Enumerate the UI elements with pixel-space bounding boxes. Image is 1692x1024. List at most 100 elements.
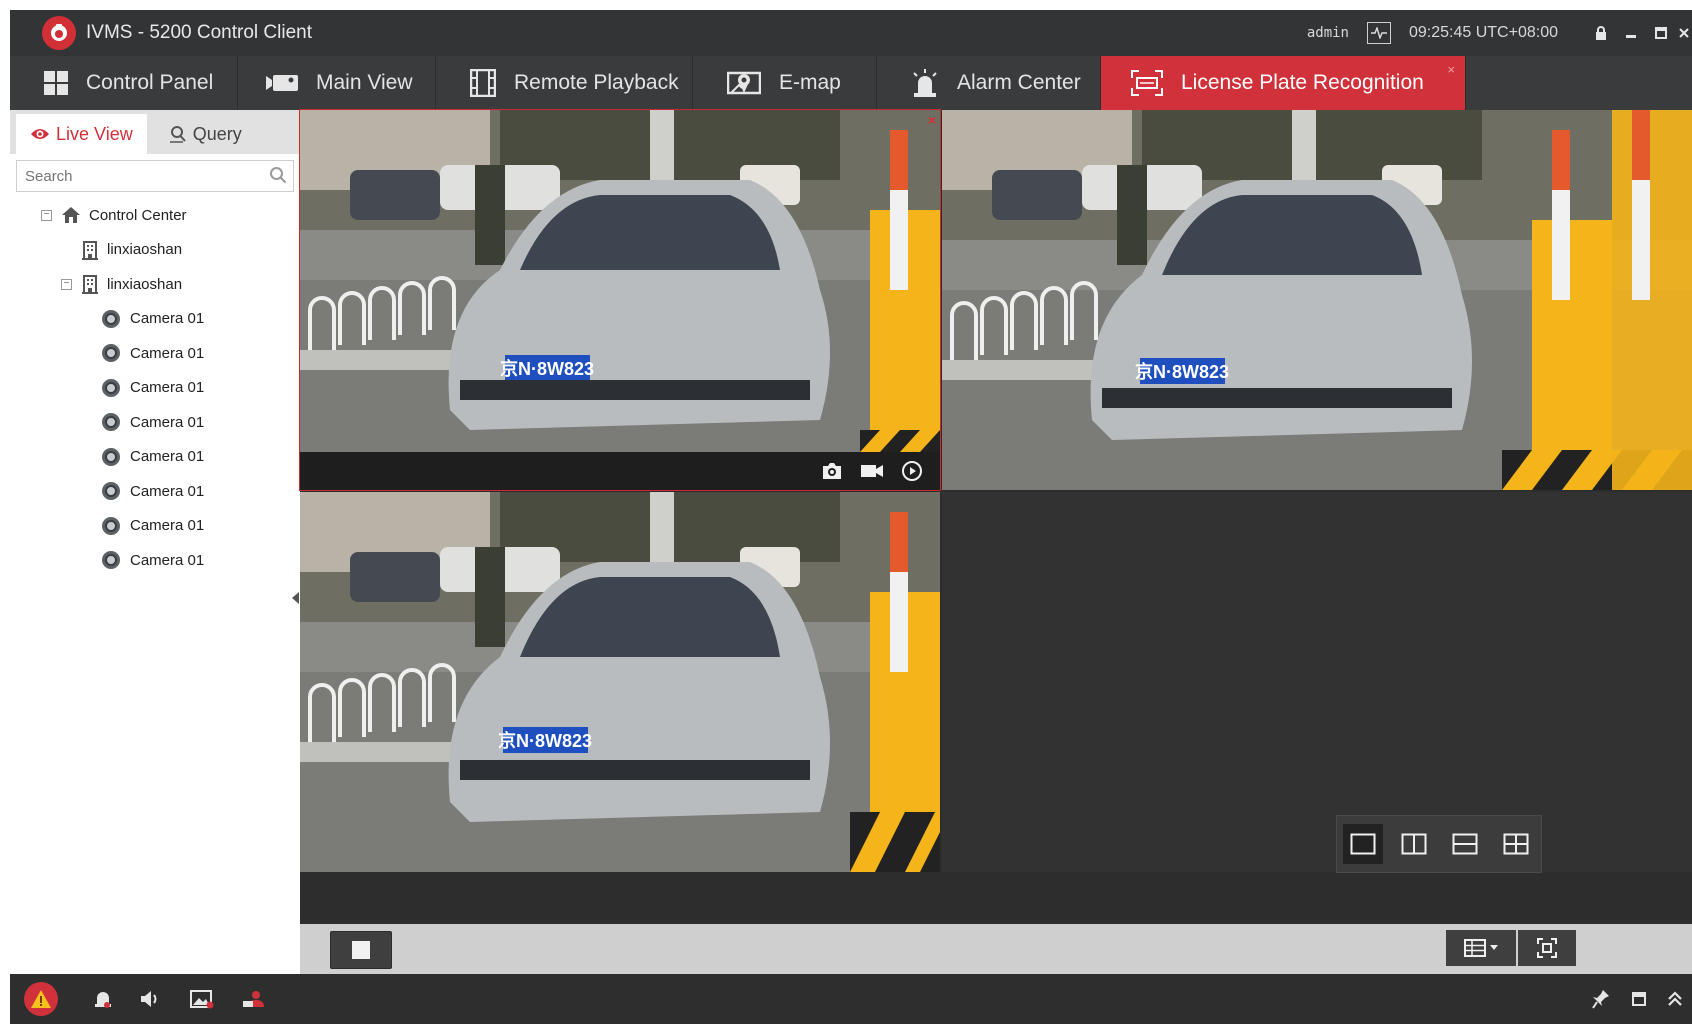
snapshot-icon[interactable] <box>812 462 852 480</box>
tree-node-camera[interactable]: Camera 01 <box>10 371 300 406</box>
tree-node-label: Control Center <box>89 206 187 224</box>
plate-text: 京N·8W823 <box>498 730 592 751</box>
panel-collapse-handle[interactable] <box>292 592 299 604</box>
tree-node-label: Camera 01 <box>130 482 205 500</box>
layout-2x2-icon[interactable] <box>1496 824 1536 864</box>
tree-node-camera[interactable]: Camera 01 <box>10 474 300 509</box>
camera-icon <box>102 482 120 501</box>
app-logo-icon <box>42 16 76 50</box>
tab-close-icon[interactable]: × <box>1447 62 1455 77</box>
video-pane-4[interactable] <box>942 492 1692 872</box>
tree-node-label: Camera 01 <box>130 379 205 397</box>
building-icon <box>81 240 99 260</box>
window-mode-icon[interactable] <box>1632 992 1646 1006</box>
tree-node-camera[interactable]: Camera 01 <box>10 302 300 337</box>
tab-main-view[interactable]: Main View <box>238 56 436 110</box>
panel-tabs: Live View Query <box>10 110 300 154</box>
tree-node-root[interactable]: − Control Center <box>10 198 300 233</box>
video-pane-2[interactable]: 京N·8W823 <box>942 110 1692 490</box>
camera-icon <box>102 344 120 363</box>
pane-close-icon[interactable]: × <box>928 112 936 128</box>
tab-label: Remote Playback <box>514 71 679 94</box>
query-icon <box>169 125 187 143</box>
tab-live-view[interactable]: Live View <box>16 114 147 154</box>
tab-alarm-center[interactable]: Alarm Center <box>877 56 1101 110</box>
title-right: admin 09:25:45 UTC+08:00 <box>1307 10 1692 56</box>
tree-node-camera[interactable]: Camera 01 <box>10 509 300 544</box>
grid-layout-icon <box>1464 939 1486 957</box>
title-bar: IVMS - 5200 Control Client admin 09:25:4… <box>10 10 1692 56</box>
screen-layout-button[interactable] <box>1446 930 1516 966</box>
video-pane-1[interactable]: 京N·8W823 × <box>299 109 941 491</box>
plate-text: 京N·8W823 <box>500 358 594 379</box>
tree-node-label: linxiaoshan <box>107 241 183 259</box>
tree-node-label: linxiaoshan <box>107 275 183 293</box>
layout-picker <box>1336 815 1542 873</box>
camera-icon <box>102 516 120 535</box>
tab-label: Main View <box>316 71 413 94</box>
collapse-toggle[interactable]: − <box>41 209 52 221</box>
clock: 09:25:45 UTC+08:00 <box>1409 24 1558 41</box>
tree-node-label: Camera 01 <box>130 517 205 535</box>
tree-node-label: Camera 01 <box>130 413 205 431</box>
tab-remote-playback[interactable]: Remote Playback <box>436 56 693 110</box>
video-pane-3[interactable]: 京N·8W823 <box>300 492 940 872</box>
record-icon[interactable] <box>852 463 892 479</box>
tree-node-label: Camera 01 <box>130 310 205 328</box>
pin-icon[interactable] <box>1592 989 1610 1009</box>
collapse-toggle[interactable]: − <box>61 278 72 290</box>
tree-node-camera[interactable]: Camera 01 <box>10 336 300 371</box>
tree-node-camera[interactable]: Camera 01 <box>10 543 300 578</box>
app-window: IVMS - 5200 Control Client admin 09:25:4… <box>10 10 1692 1024</box>
alarm-warning-icon[interactable] <box>24 982 58 1016</box>
fullscreen-icon <box>1537 938 1557 958</box>
tree-node-camera[interactable]: Camera 01 <box>10 405 300 440</box>
resource-tree: − Control Center linxiaoshan − linxiaosh… <box>10 198 300 578</box>
user-alarm-icon[interactable] <box>242 989 264 1009</box>
tab-e-map[interactable]: E-map <box>693 56 877 110</box>
fullscreen-button[interactable] <box>1518 930 1576 966</box>
app-title: IVMS - 5200 Control Client <box>86 22 312 43</box>
tree-node-label: Camera 01 <box>130 344 205 362</box>
tree-node-camera[interactable]: Camera 01 <box>10 440 300 475</box>
tab-query[interactable]: Query <box>155 114 256 154</box>
building-icon <box>81 274 99 295</box>
lock-icon[interactable] <box>1586 18 1616 48</box>
search-input[interactable] <box>23 166 257 186</box>
layout-1x1-icon[interactable] <box>1342 824 1383 864</box>
tab-label: Query <box>192 123 242 144</box>
tab-license-plate-recognition[interactable]: License Plate Recognition × <box>1101 56 1466 110</box>
home-icon <box>61 206 81 224</box>
layout-1x2-icon[interactable] <box>1394 824 1434 864</box>
search-icon[interactable] <box>269 166 287 189</box>
picture-alarm-icon[interactable] <box>190 989 214 1009</box>
close-icon[interactable] <box>1676 18 1692 48</box>
tab-label: Alarm Center <box>957 71 1081 94</box>
camera-icon <box>102 551 120 570</box>
layout-2x1-icon[interactable] <box>1445 824 1485 864</box>
camera-icon <box>102 413 120 432</box>
film-icon <box>470 69 496 97</box>
maximize-icon[interactable] <box>1646 18 1676 48</box>
tree-node-group[interactable]: − linxiaoshan <box>10 267 300 302</box>
current-user: admin <box>1306 25 1349 41</box>
video-toolbar <box>300 924 1692 974</box>
system-status-icon[interactable] <box>1367 22 1391 44</box>
expand-up-icon[interactable] <box>1668 991 1682 1007</box>
plate-text: 京N·8W823 <box>1135 361 1229 382</box>
chevron-down-icon <box>1490 945 1498 950</box>
camera-feed-image: 京N·8W823 <box>300 492 940 872</box>
plate-scan-icon <box>1131 70 1163 96</box>
tree-node-group[interactable]: linxiaoshan <box>10 233 300 268</box>
playback-icon[interactable] <box>892 460 932 482</box>
video-camera-icon <box>266 74 298 92</box>
stop-all-button[interactable] <box>330 931 392 969</box>
minimize-icon[interactable] <box>1616 18 1646 48</box>
tab-label: Live View <box>56 123 133 144</box>
eye-icon <box>30 127 50 141</box>
tab-control-panel[interactable]: Control Panel <box>10 56 238 110</box>
tree-node-label: Camera 01 <box>130 448 205 466</box>
alarm-bell-icon[interactable] <box>94 989 112 1009</box>
volume-icon[interactable] <box>140 990 162 1008</box>
search-box <box>16 160 294 192</box>
